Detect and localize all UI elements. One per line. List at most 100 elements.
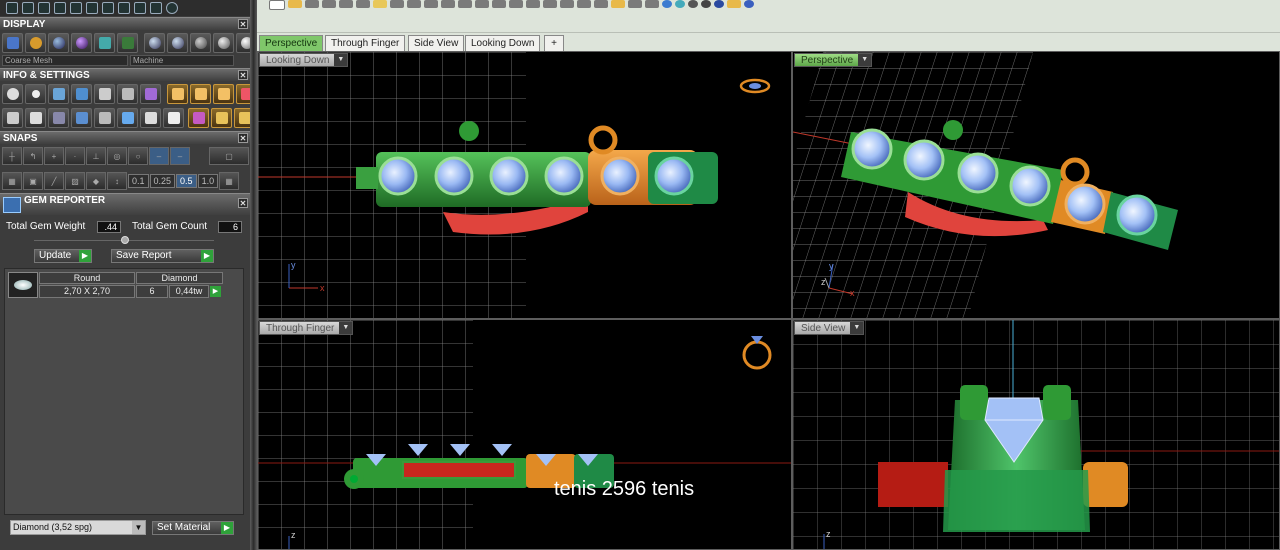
material-dropdown[interactable]: Diamond (3,52 spg) ▼: [10, 520, 146, 535]
grid-icon[interactable]: [509, 0, 523, 8]
material-sphere-icon[interactable]: [236, 33, 250, 53]
snap-grid-icon[interactable]: ┼: [2, 147, 22, 165]
square-icon[interactable]: [25, 108, 46, 128]
pattern-icon[interactable]: [188, 108, 209, 128]
snap-center-icon[interactable]: ◎: [107, 147, 127, 165]
render-sphere-icon[interactable]: [675, 0, 685, 8]
tool-icon[interactable]: [102, 2, 114, 14]
help-icon[interactable]: [744, 0, 754, 8]
viewport-looking-down[interactable]: x y Looking Down ▼: [257, 51, 792, 319]
light-bulb-icon[interactable]: [727, 0, 741, 8]
viewport-icon[interactable]: [543, 0, 557, 8]
sphere-blue-icon[interactable]: [48, 33, 69, 53]
tab-side-view[interactable]: Side View: [408, 35, 465, 51]
snap-grid-toggle-icon[interactable]: ▦: [219, 172, 240, 190]
layers-icon[interactable]: [48, 84, 69, 104]
viewport-label-looking-down[interactable]: Looking Down ▼: [259, 53, 349, 67]
gem-reporter-section-header[interactable]: GEM REPORTER ✕: [0, 193, 250, 215]
tool-icon[interactable]: [6, 2, 18, 14]
viewport-label-perspective[interactable]: Perspective ▼: [794, 53, 873, 67]
frame-icon[interactable]: [236, 84, 250, 104]
pan-icon[interactable]: [424, 0, 438, 8]
document-icon[interactable]: [94, 84, 115, 104]
snap-value-0-1[interactable]: 0.1: [128, 174, 149, 188]
tab-through-finger[interactable]: Through Finger: [325, 35, 406, 51]
frame-icon[interactable]: [190, 84, 211, 104]
slider-handle[interactable]: [121, 236, 129, 244]
snap-curve-icon[interactable]: ↰: [23, 147, 43, 165]
copy-icon[interactable]: [339, 0, 353, 8]
snap-mid-icon[interactable]: –: [149, 147, 169, 165]
tab-perspective[interactable]: Perspective: [259, 35, 324, 51]
tool-icon[interactable]: [166, 2, 178, 14]
update-button[interactable]: Update ▶: [34, 249, 92, 263]
tool-icon[interactable]: [22, 2, 34, 14]
snap-edge-icon[interactable]: ╱: [44, 172, 64, 190]
grid-icon[interactable]: [2, 108, 23, 128]
close-icon[interactable]: ✕: [238, 133, 248, 143]
snap-ortho-icon[interactable]: ▢: [209, 147, 249, 165]
cut-icon[interactable]: [356, 0, 370, 8]
select-icon[interactable]: [560, 0, 574, 8]
render-mode-dropdown[interactable]: Machine: [130, 55, 234, 66]
viewport-perspective[interactable]: x y z Perspective ▼: [792, 51, 1280, 319]
sphere-purple-icon[interactable]: [71, 33, 92, 53]
close-icon[interactable]: ✕: [238, 198, 248, 208]
snap-surface-icon[interactable]: ▨: [65, 172, 85, 190]
render-sphere-icon[interactable]: [688, 0, 698, 8]
snap-value-1-0[interactable]: 1.0: [197, 174, 219, 188]
render-sphere-icon[interactable]: [662, 0, 672, 8]
zoom-window-icon[interactable]: [475, 0, 489, 8]
viewport-label-side-view[interactable]: Side View ▼: [794, 321, 865, 335]
open-file-icon[interactable]: [288, 0, 302, 8]
layer-icon[interactable]: [628, 0, 642, 8]
render-icon[interactable]: [94, 33, 115, 53]
gem-icon[interactable]: [140, 84, 161, 104]
viewport-through-finger[interactable]: z Through Finger ▼: [257, 319, 792, 550]
render-sphere-icon[interactable]: [701, 0, 711, 8]
tool-icon[interactable]: [86, 2, 98, 14]
tool-icon[interactable]: [38, 2, 50, 14]
render-sphere-icon[interactable]: [714, 0, 724, 8]
snaps-section-header[interactable]: SNAPS ✕: [0, 131, 250, 144]
frame-icon[interactable]: [213, 84, 234, 104]
play-icon[interactable]: ▶: [210, 286, 221, 297]
snap-view-icon[interactable]: ◆: [86, 172, 106, 190]
viewport-side-view[interactable]: z Side View ▼: [792, 319, 1280, 550]
list-icon[interactable]: [163, 108, 184, 128]
edit-icon[interactable]: [117, 84, 138, 104]
paste-icon[interactable]: [373, 0, 387, 8]
snap-plane-icon[interactable]: ▦: [2, 172, 22, 190]
settings-icon[interactable]: [2, 84, 23, 104]
save-icon[interactable]: [305, 0, 319, 8]
new-file-icon[interactable]: [269, 0, 285, 10]
material-sphere-icon[interactable]: [190, 33, 211, 53]
light-icon[interactable]: [611, 0, 625, 8]
snap-circle-icon[interactable]: ○: [128, 147, 148, 165]
cube-icon[interactable]: [71, 84, 92, 104]
named-view-icon[interactable]: [526, 0, 540, 8]
info-settings-section-header[interactable]: INFO & SETTINGS ✕: [0, 68, 250, 81]
move-icon[interactable]: [234, 108, 250, 128]
snap-cross-icon[interactable]: +: [44, 147, 64, 165]
wireframe-icon[interactable]: [2, 33, 23, 53]
zoom-extents-icon[interactable]: [492, 0, 506, 8]
display-section-header[interactable]: DISPLAY ✕: [0, 17, 250, 30]
tool-icon[interactable]: [118, 2, 130, 14]
cylinder-icon[interactable]: [71, 108, 92, 128]
panel-splitter[interactable]: [250, 0, 257, 550]
material-sphere-icon[interactable]: [167, 33, 188, 53]
tool-icon[interactable]: [134, 2, 146, 14]
search-icon[interactable]: [25, 84, 46, 104]
properties-icon[interactable]: [645, 0, 659, 8]
tab-looking-down[interactable]: Looking Down: [465, 35, 541, 51]
point-icon[interactable]: [577, 0, 591, 8]
measure-icon[interactable]: [140, 108, 161, 128]
snap-value-0-5[interactable]: 0.5: [176, 174, 197, 188]
close-icon[interactable]: ✕: [238, 70, 248, 80]
redo-icon[interactable]: [407, 0, 421, 8]
tool-icon[interactable]: [150, 2, 162, 14]
add-tab-button[interactable]: +: [544, 35, 564, 51]
smooth-shade-icon[interactable]: [25, 33, 46, 53]
snap-value-0-25[interactable]: 0.25: [149, 174, 176, 188]
